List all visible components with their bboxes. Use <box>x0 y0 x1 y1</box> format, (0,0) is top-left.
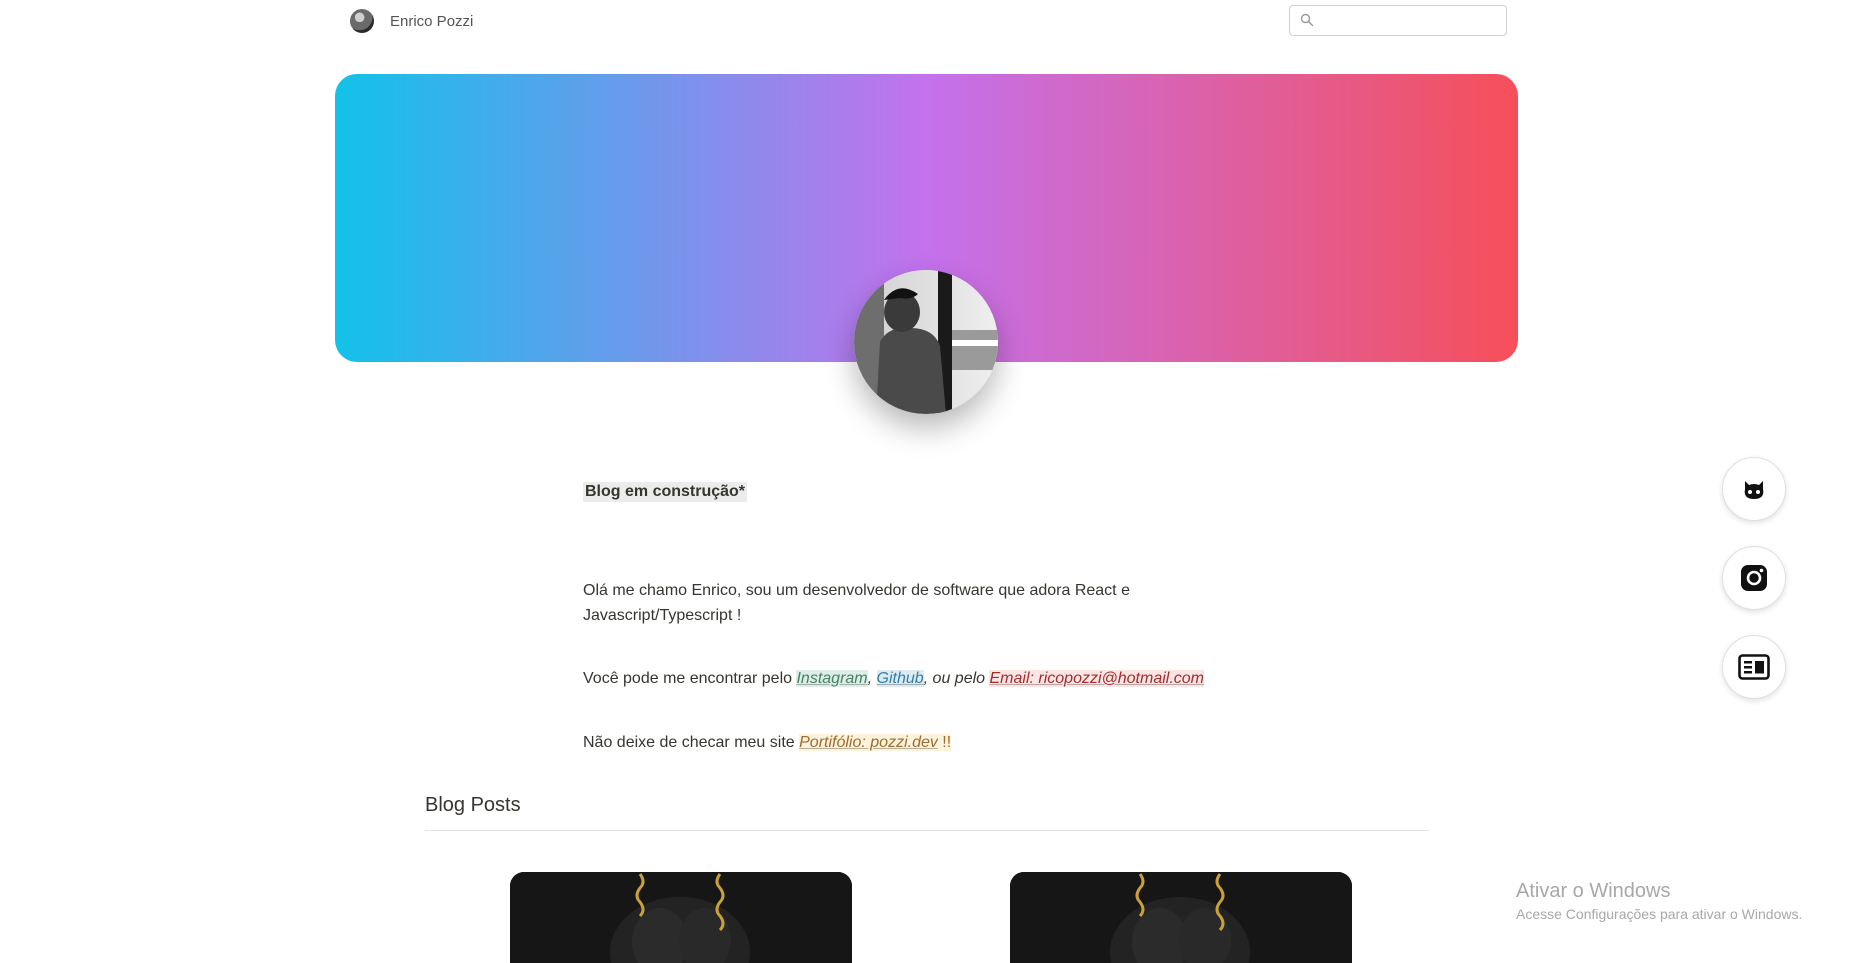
contact-sep-2: , <box>923 670 933 687</box>
watermark-subtitle: Acesse Configurações para ativar o Windo… <box>1516 906 1803 922</box>
search-icon <box>1300 13 1314 27</box>
page: Enrico Pozzi Blog em construção* Olá me … <box>0 0 1850 963</box>
top-bar: Enrico Pozzi <box>0 0 1850 42</box>
portfolio-link[interactable]: Portifólio: pozzi.dev <box>799 734 938 751</box>
newspaper-icon <box>1738 654 1770 680</box>
contact-mid: ou pelo <box>932 670 990 687</box>
portfolio-suffix: !! <box>937 734 952 751</box>
section-divider <box>425 830 1429 831</box>
watermark-title: Ativar o Windows <box>1516 880 1671 902</box>
email-link[interactable]: Email: ricopozzi@hotmail.com <box>989 670 1205 687</box>
site-brand-link[interactable]: Enrico Pozzi <box>350 9 473 33</box>
portfolio-prefix: Não deixe de checar meu site <box>583 734 800 751</box>
search-input[interactable] <box>1320 10 1504 33</box>
contact-prefix: Você pode me encontrar pelo <box>583 670 797 687</box>
profile-photo <box>854 270 998 414</box>
blog-post-cover-image <box>510 872 852 963</box>
instagram-link[interactable]: Instagram <box>796 670 868 687</box>
instagram-button[interactable] <box>1722 546 1786 610</box>
site-name: Enrico Pozzi <box>390 12 474 30</box>
brand-avatar <box>350 9 374 33</box>
github-icon <box>1744 481 1764 499</box>
search-box[interactable] <box>1289 5 1507 36</box>
windows-activation-watermark: Ativar o Windows Acesse Configurações pa… <box>1516 880 1802 922</box>
profile-photo-image <box>854 270 998 414</box>
contact-sep-1: , <box>867 670 877 687</box>
blog-posts-heading: Blog Posts <box>425 794 521 816</box>
blog-post-cover-image <box>1010 872 1352 963</box>
blog-post-card[interactable] <box>1010 872 1352 963</box>
portfolio-line: Não deixe de checar meu site Portifólio:… <box>583 732 952 754</box>
blog-post-card[interactable] <box>510 872 852 963</box>
blog-news-button[interactable] <box>1722 635 1786 699</box>
github-button[interactable] <box>1722 457 1786 521</box>
instagram-icon <box>1741 565 1767 591</box>
intro-text: Olá me chamo Enrico, sou um desenvolvedo… <box>583 582 1130 624</box>
contact-line: Você pode me encontrar pelo Instagram, G… <box>583 668 1205 690</box>
construction-notice: Blog em construção* <box>583 482 748 502</box>
github-link[interactable]: Github <box>876 670 924 687</box>
